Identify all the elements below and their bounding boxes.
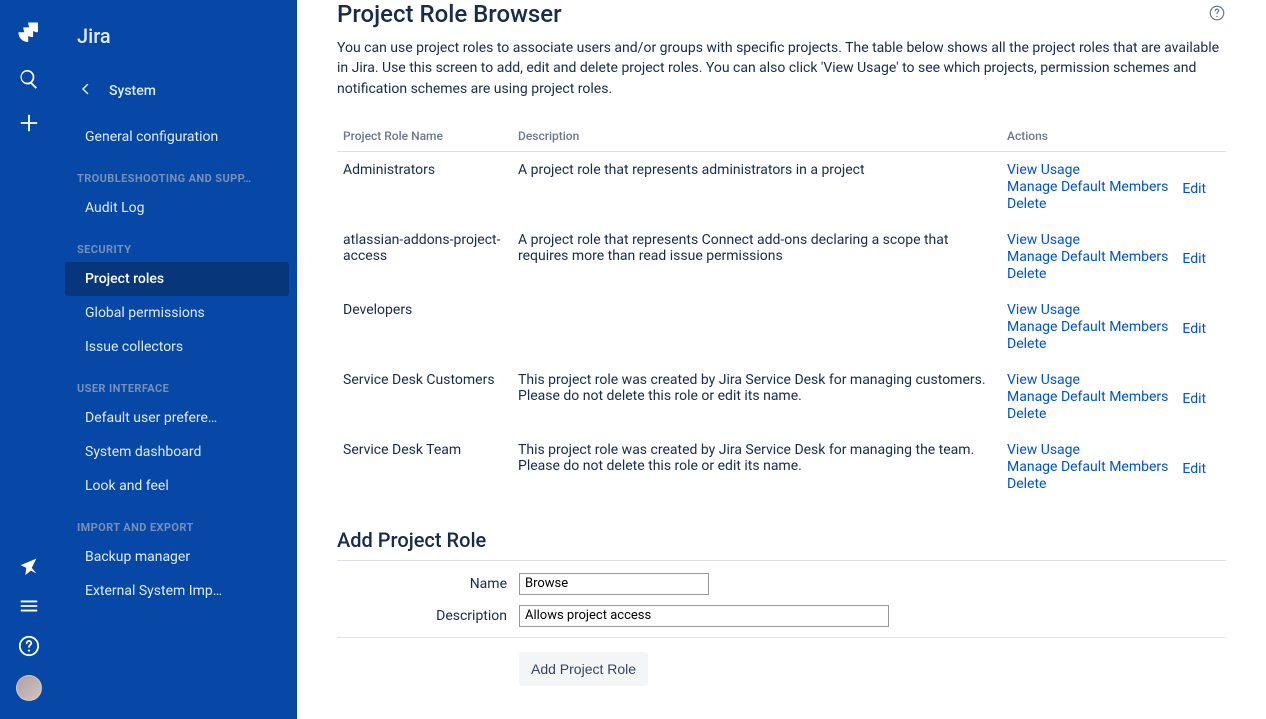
page-title: Project Role Browser [337,0,562,28]
project-roles-table: Project Role Name Description Actions Ad… [337,121,1226,502]
role-description-cell: A project role that represents Connect a… [512,222,1001,292]
column-header-actions: Actions [1001,121,1226,152]
system-label: System [109,83,156,99]
view-link[interactable]: View Usage [1007,302,1168,318]
manage-link[interactable]: Manage Default Members [1007,249,1168,265]
edit-link[interactable]: Edit [1182,321,1206,337]
role-actions-cell: View UsageManage Default MembersDelete Ed… [1001,292,1226,362]
role-actions-cell: View UsageManage Default MembersDelete Ed… [1001,432,1226,502]
add-role-title: Add Project Role [337,528,1226,552]
jira-logo-icon[interactable] [16,20,42,46]
sidebar-section-header: IMPORT AND EXPORT [57,503,297,540]
manage-link[interactable]: Manage Default Members [1007,319,1168,335]
manage-link[interactable]: Manage Default Members [1007,459,1168,475]
table-row: atlassian-addons-project-accessA project… [337,222,1226,292]
delete-link[interactable]: Delete [1007,406,1168,422]
sidebar-item[interactable]: Look and feel [65,469,289,503]
feedback-icon[interactable] [18,555,40,577]
role-actions-cell: View UsageManage Default MembersDelete Ed… [1001,362,1226,432]
sidebar-item[interactable]: Backup manager [65,540,289,574]
main-content: Project Role Browser You can use project… [297,0,1266,719]
name-label: Name [337,576,519,592]
description-label: Description [337,608,519,624]
delete-link[interactable]: Delete [1007,336,1168,352]
role-description-cell: This project role was created by Jira Se… [512,432,1001,502]
edit-link[interactable]: Edit [1182,181,1206,197]
back-to-system[interactable]: System [57,72,297,110]
page-intro: You can use project roles to associate u… [337,38,1226,99]
role-description-cell [512,292,1001,362]
view-link[interactable]: View Usage [1007,232,1168,248]
role-name-input[interactable] [519,573,709,595]
back-arrow-icon [77,80,95,102]
role-description-cell: This project role was created by Jira Se… [512,362,1001,432]
sidebar-item[interactable]: Default user prefere… [65,401,289,435]
manage-link[interactable]: Manage Default Members [1007,389,1168,405]
role-name-cell: atlassian-addons-project-access [337,222,512,292]
view-link[interactable]: View Usage [1007,372,1168,388]
table-row: Developers View UsageManage Default Membe… [337,292,1226,362]
sidebar-item[interactable]: Audit Log [65,191,289,225]
role-name-cell: Service Desk Team [337,432,512,502]
sidebar-item[interactable]: System dashboard [65,435,289,469]
page-help-icon[interactable] [1208,0,1226,28]
table-row: Service Desk TeamThis project role was c… [337,432,1226,502]
sidebar-item[interactable]: Global permissions [65,296,289,330]
sidebar-item[interactable]: External System Imp… [65,574,289,608]
sidebar-section-header: TROUBLESHOOTING AND SUPP… [57,154,297,191]
sidebar-item[interactable]: Project roles [65,262,289,296]
manage-link[interactable]: Manage Default Members [1007,179,1168,195]
sidebar-item[interactable]: Issue collectors [65,330,289,364]
delete-link[interactable]: Delete [1007,266,1168,282]
global-nav-rail [0,0,57,719]
delete-link[interactable]: Delete [1007,196,1168,212]
user-avatar[interactable] [16,675,42,701]
role-description-input[interactable] [519,605,889,627]
sidebar-item[interactable]: General configuration [65,120,289,154]
add-project-role-button[interactable]: Add Project Role [519,652,648,686]
sidebar-section-header: USER INTERFACE [57,364,297,401]
search-icon[interactable] [18,68,40,90]
delete-link[interactable]: Delete [1007,476,1168,492]
help-icon[interactable] [18,635,40,657]
edit-link[interactable]: Edit [1182,391,1206,407]
edit-link[interactable]: Edit [1182,461,1206,477]
role-name-cell: Administrators [337,151,512,222]
column-header-description: Description [512,121,1001,152]
view-link[interactable]: View Usage [1007,442,1168,458]
role-actions-cell: View UsageManage Default MembersDelete Ed… [1001,222,1226,292]
table-row: AdministratorsA project role that repres… [337,151,1226,222]
sidebar-section-header: SECURITY [57,225,297,262]
settings-sidebar: Jira System General configurationTROUBLE… [57,0,297,719]
view-link[interactable]: View Usage [1007,162,1168,178]
role-description-cell: A project role that represents administr… [512,151,1001,222]
menu-icon[interactable] [18,595,40,617]
create-icon[interactable] [18,112,40,134]
role-name-cell: Service Desk Customers [337,362,512,432]
edit-link[interactable]: Edit [1182,251,1206,267]
role-actions-cell: View UsageManage Default MembersDelete Ed… [1001,151,1226,222]
table-row: Service Desk CustomersThis project role … [337,362,1226,432]
column-header-name: Project Role Name [337,121,512,152]
role-name-cell: Developers [337,292,512,362]
app-name: Jira [57,12,297,72]
